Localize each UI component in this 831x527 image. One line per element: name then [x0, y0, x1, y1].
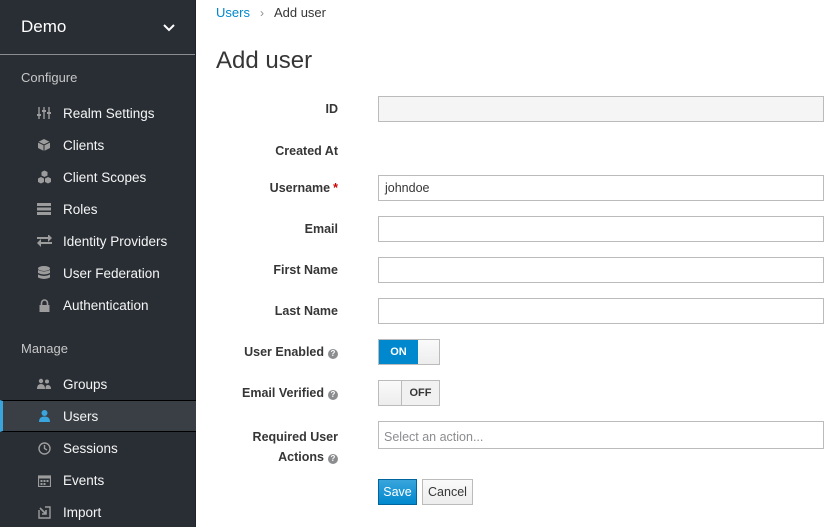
- chevron-down-icon: [163, 20, 175, 35]
- realm-selector[interactable]: Demo: [0, 0, 195, 55]
- email-verified-row: Email Verified? OFF: [196, 380, 831, 406]
- toggle-knob: [418, 340, 439, 364]
- created-at-row: Created At: [196, 137, 831, 163]
- user-enabled-toggle[interactable]: ON: [378, 339, 440, 365]
- sidebar-item-roles[interactable]: Roles: [0, 193, 196, 225]
- sidebar-item-label: Authentication: [63, 297, 149, 313]
- sidebar-item-label: Roles: [63, 201, 98, 217]
- chevron-right-icon: ›: [259, 5, 264, 20]
- sidebar-item-label: Realm Settings: [63, 105, 155, 121]
- users-icon: [36, 376, 52, 392]
- required-actions-label: Required User Actions?: [253, 427, 338, 467]
- username-row: Username * johndoe: [196, 175, 831, 201]
- main-content: Users › Add user Add user ID Created At …: [196, 0, 831, 527]
- username-label-text: Username: [269, 181, 331, 195]
- cancel-button[interactable]: Cancel: [422, 479, 473, 505]
- sidebar-item-label: User Federation: [63, 265, 160, 281]
- sidebar-item-authentication[interactable]: Authentication: [0, 289, 196, 321]
- sidebar: Demo Configure Realm Settings Clients Cl…: [0, 0, 196, 527]
- user-enabled-row: User Enabled? ON: [196, 339, 831, 365]
- first-name-field[interactable]: [378, 257, 824, 283]
- user-enabled-label: User Enabled?: [244, 345, 338, 359]
- database-icon: [36, 265, 52, 281]
- username-field[interactable]: johndoe: [378, 175, 824, 201]
- sidebar-item-label: Users: [63, 408, 99, 424]
- sidebar-item-sessions[interactable]: Sessions: [0, 432, 196, 464]
- sidebar-item-label: Events: [63, 472, 105, 488]
- username-label: Username *: [270, 181, 338, 195]
- cube-icon: [36, 137, 52, 153]
- sidebar-item-label: Import: [63, 504, 102, 520]
- sidebar-item-label: Clients: [63, 137, 105, 153]
- configure-nav: Realm Settings Clients Client Scopes Rol…: [0, 97, 196, 321]
- toggle-on-label: ON: [379, 340, 418, 364]
- import-icon: [36, 504, 52, 520]
- required-actions-label-text: Actions: [278, 450, 324, 464]
- id-label: ID: [325, 102, 339, 116]
- first-name-label: First Name: [273, 263, 338, 277]
- help-icon[interactable]: ?: [328, 390, 338, 400]
- exchange-icon: [36, 233, 52, 249]
- user-icon: [36, 408, 52, 424]
- email-verified-toggle[interactable]: OFF: [378, 380, 440, 406]
- form-buttons: Save Cancel: [196, 479, 831, 505]
- sidebar-item-label: Identity Providers: [63, 233, 168, 249]
- sidebar-item-events[interactable]: Events: [0, 464, 196, 496]
- sliders-icon: [36, 105, 52, 121]
- toggle-off-label: OFF: [402, 381, 439, 405]
- sidebar-item-realm-settings[interactable]: Realm Settings: [0, 97, 196, 129]
- required-asterisk: *: [333, 181, 338, 195]
- last-name-row: Last Name: [196, 298, 831, 324]
- sidebar-item-clients[interactable]: Clients: [0, 129, 196, 161]
- sidebar-item-users[interactable]: Users: [0, 400, 196, 432]
- email-verified-label: Email Verified?: [242, 386, 338, 400]
- email-verified-label-text: Email Verified: [242, 386, 324, 400]
- cubes-icon: [36, 169, 52, 185]
- lock-icon: [36, 297, 52, 313]
- sidebar-item-label: Groups: [63, 376, 108, 392]
- configure-section-title: Configure: [21, 70, 78, 85]
- manage-nav: Groups Users Sessions Events Import: [0, 368, 196, 527]
- required-actions-label-line2: Actions?: [253, 447, 338, 467]
- first-name-row: First Name: [196, 257, 831, 283]
- sidebar-item-user-federation[interactable]: User Federation: [0, 257, 196, 289]
- required-actions-row: Required User Actions? Select an action.…: [196, 421, 831, 465]
- toggle-knob: [379, 381, 402, 405]
- help-icon[interactable]: ?: [328, 454, 338, 464]
- breadcrumb: Users › Add user: [216, 5, 326, 20]
- page-title: Add user: [216, 47, 313, 74]
- sidebar-item-identity-providers[interactable]: Identity Providers: [0, 225, 196, 257]
- realm-name: Demo: [21, 17, 67, 36]
- save-button[interactable]: Save: [378, 479, 417, 505]
- list-icon: [36, 201, 52, 217]
- manage-section-title: Manage: [21, 341, 68, 356]
- sidebar-item-groups[interactable]: Groups: [0, 368, 196, 400]
- last-name-field[interactable]: [378, 298, 824, 324]
- clock-icon: [36, 440, 52, 456]
- last-name-label: Last Name: [274, 304, 338, 318]
- sidebar-item-label: Sessions: [63, 440, 118, 456]
- id-field: [378, 96, 824, 122]
- help-icon[interactable]: ?: [328, 349, 338, 359]
- calendar-icon: [36, 472, 52, 488]
- sidebar-item-label: Client Scopes: [63, 169, 147, 185]
- required-actions-select[interactable]: Select an action...: [378, 421, 824, 449]
- email-field[interactable]: [378, 216, 824, 242]
- created-at-label: Created At: [275, 144, 338, 158]
- id-row: ID: [196, 96, 831, 122]
- breadcrumb-users-link[interactable]: Users: [216, 5, 250, 20]
- breadcrumb-current: Add user: [273, 5, 326, 20]
- sidebar-item-client-scopes[interactable]: Client Scopes: [0, 161, 196, 193]
- required-actions-label-line1: Required User: [252, 430, 338, 444]
- email-row: Email: [196, 216, 831, 242]
- user-enabled-label-text: User Enabled: [244, 345, 324, 359]
- email-label: Email: [304, 222, 338, 236]
- sidebar-item-import[interactable]: Import: [0, 496, 196, 527]
